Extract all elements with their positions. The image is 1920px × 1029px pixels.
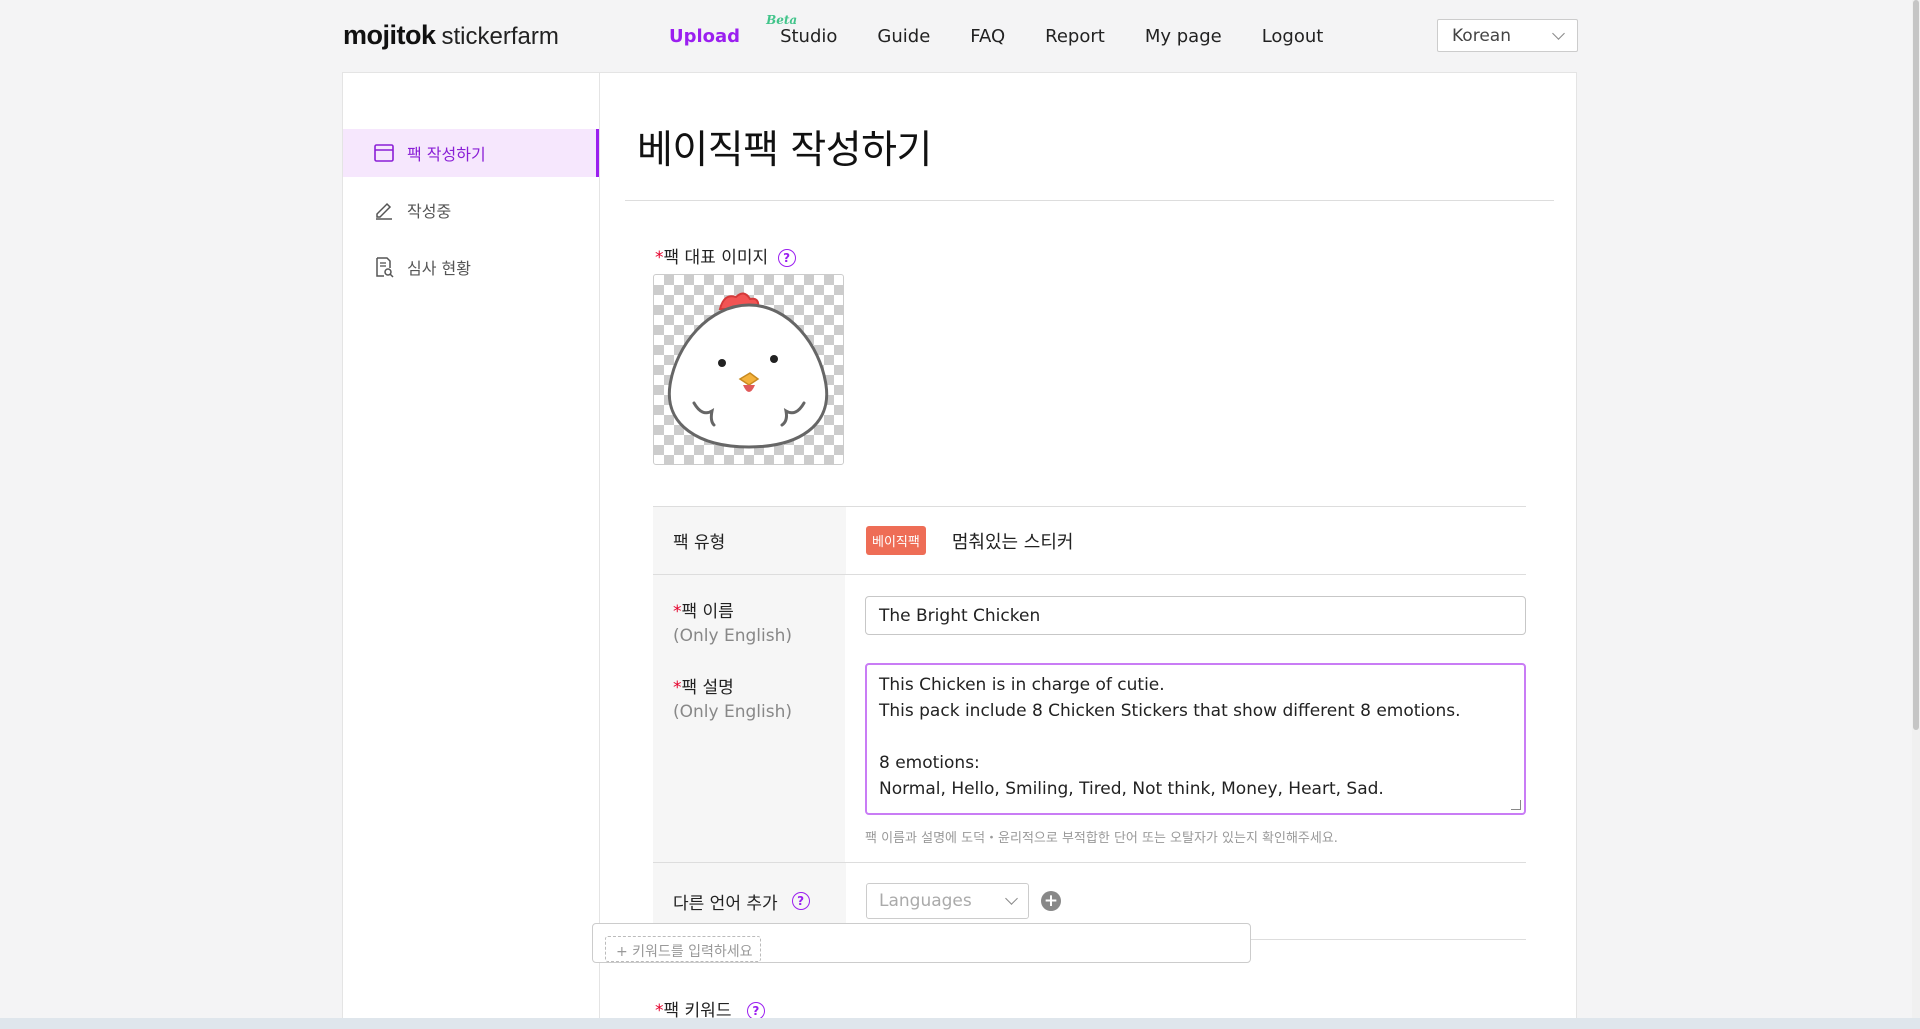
logo[interactable]: mojitok stickerfarm	[343, 20, 559, 52]
nav-logout[interactable]: Logout	[1262, 26, 1324, 47]
sidebar: 팩 작성하기 작성중 심사 현황	[343, 73, 600, 1028]
required-mark: *	[673, 678, 682, 698]
pack-desc-line: Normal, Hello, Smiling, Tired, Not think…	[879, 779, 1384, 799]
pack-desc-line: 8 emotions:	[879, 753, 980, 773]
pack-name-label: *팩 이름	[673, 602, 734, 622]
pack-name-desc-row: *팩 이름 (Only English) *팩 설명 (Only English…	[653, 575, 1526, 863]
pack-name-input[interactable]: The Bright Chicken	[865, 596, 1526, 635]
resize-handle[interactable]	[1511, 800, 1521, 810]
logo-stickerfarm: stickerfarm	[441, 23, 559, 50]
pack-desc-line	[879, 724, 1512, 750]
top-header: mojitok stickerfarm Upload Beta Studio G…	[0, 0, 1920, 72]
keywords-input[interactable]: + 키워드를 입력하세요	[592, 923, 1251, 963]
sidebar-item-create-pack[interactable]: 팩 작성하기	[343, 129, 599, 177]
required-mark: *	[673, 602, 682, 622]
required-mark: *	[655, 248, 664, 268]
sidebar-item-label: 심사 현황	[407, 259, 471, 278]
calendar-icon	[373, 142, 395, 164]
languages-dropdown[interactable]: Languages	[866, 883, 1029, 919]
nav-studio[interactable]: Beta Studio	[766, 13, 838, 47]
sidebar-item-label: 작성중	[407, 202, 452, 221]
page-title: 베이직팩 작성하기	[637, 128, 932, 173]
pack-type-label-cell: 팩 유형	[653, 507, 846, 574]
nav-report[interactable]: Report	[1045, 26, 1105, 47]
pack-desc-hint: (Only English)	[673, 702, 792, 722]
sidebar-item-label: 팩 작성하기	[407, 145, 486, 164]
pack-type-row: 팩 유형 베이직팩 멈춰있는 스티커	[653, 507, 1526, 575]
pack-name-hint: (Only English)	[673, 626, 792, 646]
keyword-add-tag[interactable]: + 키워드를 입력하세요	[605, 936, 761, 962]
pack-desc-textarea[interactable]: This Chicken is in charge of cutie. This…	[865, 663, 1526, 815]
pack-form: 팩 유형 베이직팩 멈춰있는 스티커 *팩 이름 (Only English) …	[653, 506, 1526, 940]
pack-type-label: 팩 유형	[673, 533, 726, 553]
nav-my-page[interactable]: My page	[1145, 26, 1222, 47]
help-icon[interactable]: ?	[791, 892, 810, 910]
pack-name-desc-label-cell: *팩 이름 (Only English) *팩 설명 (Only English…	[653, 575, 845, 862]
pack-desc-label-text: 팩 설명	[681, 678, 734, 698]
title-divider	[625, 200, 1554, 201]
sidebar-item-in-progress[interactable]: 작성중	[343, 186, 599, 234]
pencil-icon	[373, 199, 395, 221]
pack-desc-line: This Chicken is in charge of cutie.	[879, 675, 1165, 695]
pack-desc-line: This pack include 8 Chicken Stickers tha…	[879, 701, 1461, 721]
pack-name-label-group: *팩 이름 (Only English)	[673, 597, 792, 646]
chevron-down-icon	[1005, 892, 1018, 905]
pack-name-desc-input-cell: The Bright Chicken This Chicken is in ch…	[845, 575, 1526, 862]
nav-upload[interactable]: Upload	[669, 26, 740, 47]
main-panel: 팩 작성하기 작성중 심사 현황 베이직팩 작성하기 *팩 대표 이미지 ? 팩…	[342, 72, 1577, 1029]
language-select-value: Korean	[1452, 25, 1511, 46]
beta-badge: Beta	[766, 13, 798, 27]
pack-desc-note: 팩 이름과 설명에 도덕・윤리적으로 부적합한 단어 또는 오탈자가 있는지 확…	[865, 831, 1338, 846]
chicken-sticker-image	[667, 292, 829, 449]
nav-studio-label: Studio	[780, 26, 838, 47]
chevron-down-icon	[1552, 26, 1565, 40]
document-search-icon	[373, 256, 395, 278]
rep-image-label-text: 팩 대표 이미지	[663, 248, 769, 268]
pack-type-badge: 베이직팩	[866, 526, 926, 555]
pack-type-value: 멈춰있는 스티커	[951, 531, 1074, 553]
bottom-bar	[0, 1018, 1920, 1029]
scrollbar[interactable]	[1912, 0, 1920, 1029]
content-area: 베이직팩 작성하기 *팩 대표 이미지 ? 팩 유형 베이직팩 멈춰있는 스티커…	[600, 73, 1576, 1028]
add-language-button[interactable]: +	[1041, 891, 1061, 911]
pack-desc-label: *팩 설명	[673, 678, 734, 698]
pack-desc-label-group: *팩 설명 (Only English)	[673, 673, 792, 722]
other-language-label: 다른 언어 추가	[673, 893, 778, 914]
sidebar-item-review-status[interactable]: 심사 현황	[343, 243, 599, 291]
rep-image-label: *팩 대표 이미지 ?	[655, 243, 796, 268]
nav-guide[interactable]: Guide	[877, 26, 930, 47]
scrollbar-thumb[interactable]	[1913, 0, 1919, 730]
pack-type-value-cell: 베이직팩 멈춰있는 스티커	[846, 507, 1526, 574]
pack-name-label-text: 팩 이름	[681, 602, 734, 622]
languages-placeholder: Languages	[879, 891, 972, 911]
main-nav: Upload Beta Studio Guide FAQ Report My p…	[669, 13, 1363, 47]
help-icon[interactable]: ?	[777, 249, 796, 267]
logo-mojitok: mojitok	[343, 20, 436, 50]
rep-image-upload[interactable]	[653, 274, 844, 465]
language-select[interactable]: Korean	[1437, 19, 1578, 52]
nav-faq[interactable]: FAQ	[970, 26, 1005, 47]
